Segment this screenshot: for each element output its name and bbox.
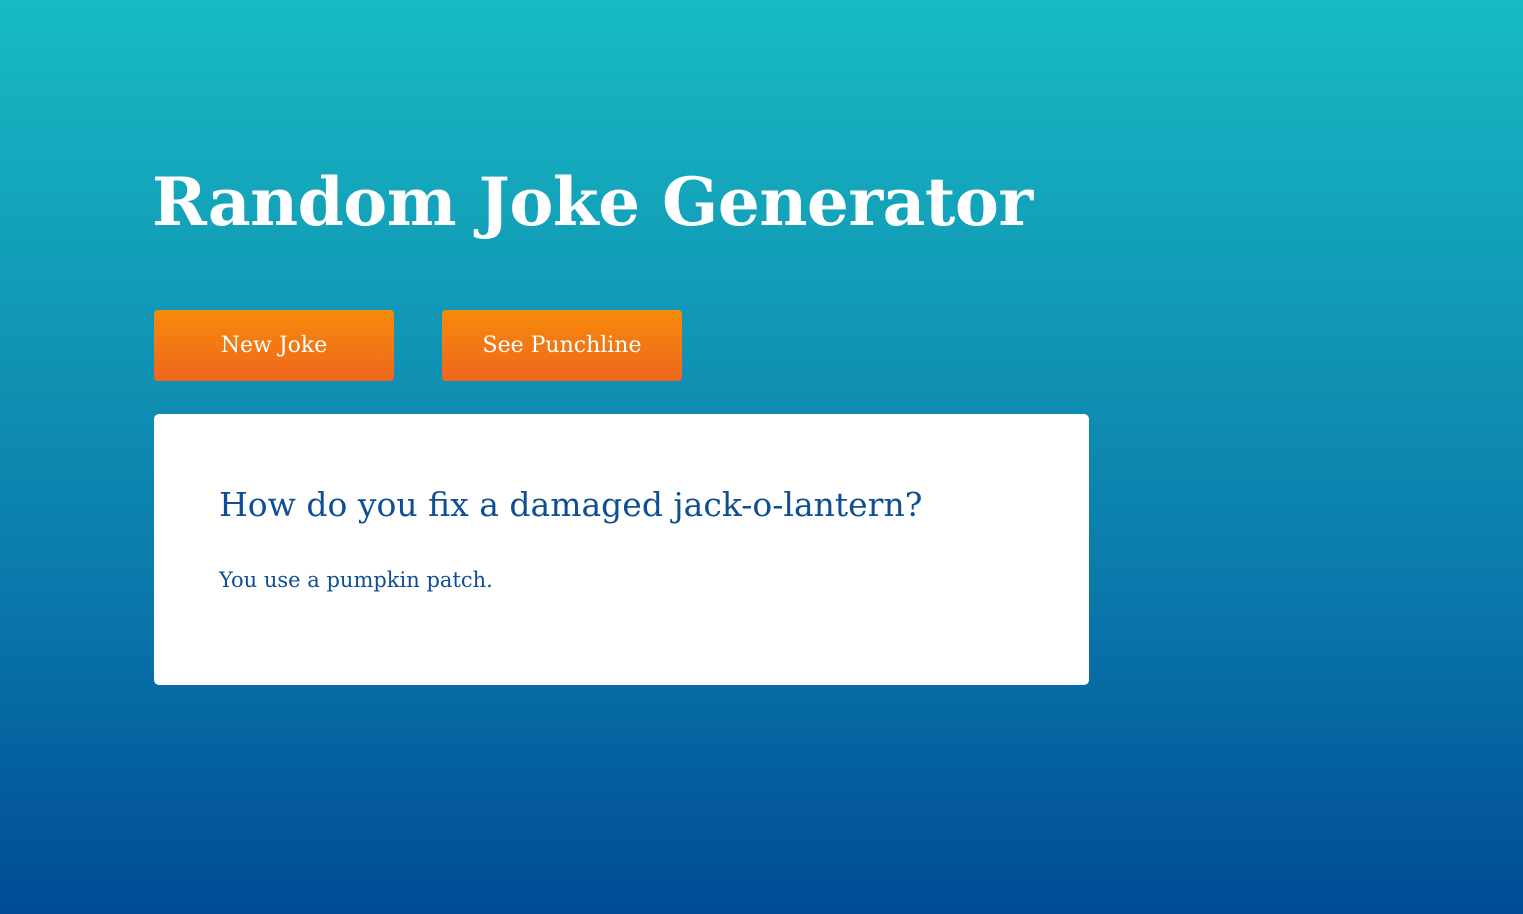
joke-punchline: You use a pumpkin patch. xyxy=(219,568,493,592)
joke-setup: How do you fix a damaged jack-o-lantern? xyxy=(219,485,923,524)
joke-card: How do you fix a damaged jack-o-lantern?… xyxy=(154,414,1089,685)
new-joke-button[interactable]: New Joke xyxy=(154,310,394,381)
see-punchline-button[interactable]: See Punchline xyxy=(442,310,682,381)
page-title: Random Joke Generator xyxy=(152,163,1033,241)
